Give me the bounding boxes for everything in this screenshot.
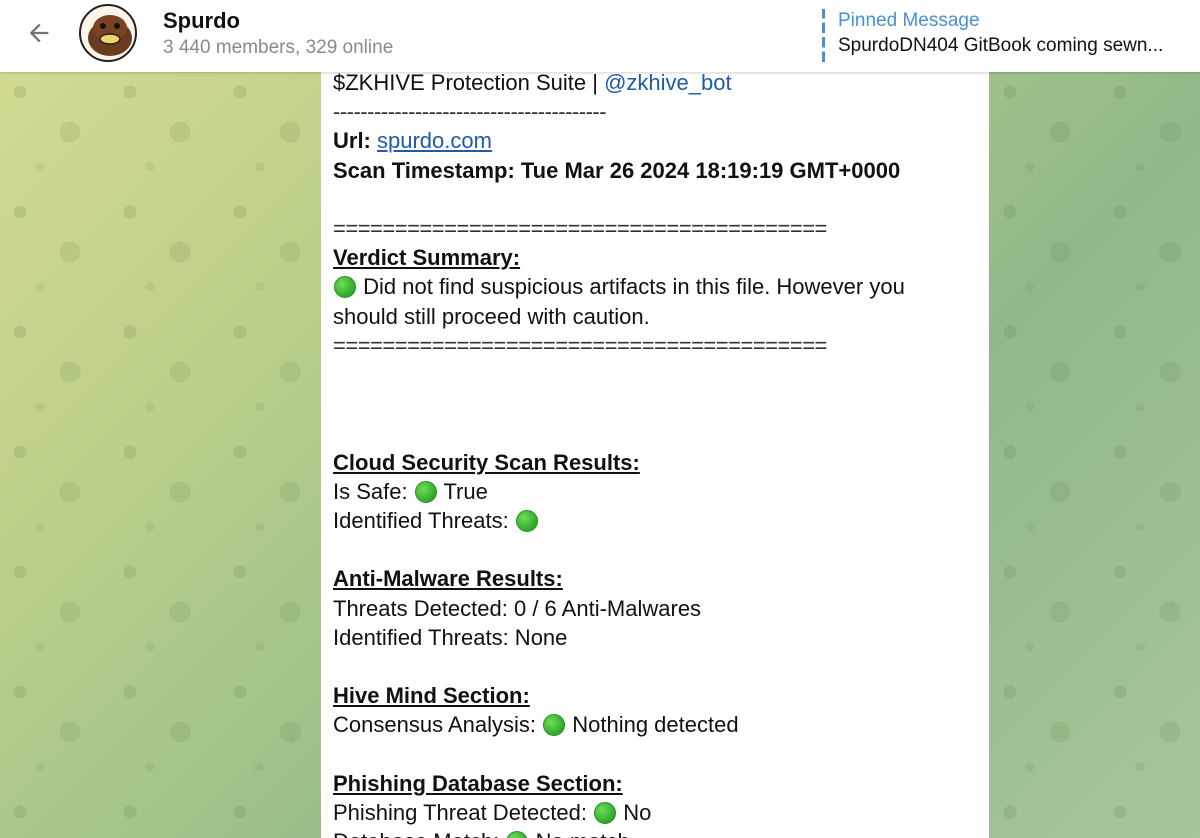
verdict-text-2: should still proceed with caution.	[333, 303, 650, 329]
pinned-label: Pinned Message	[838, 10, 980, 31]
separator-long: ========================================	[333, 216, 827, 241]
arrow-left-icon	[29, 23, 49, 43]
cloud-heading: Cloud Security Scan Results:	[333, 449, 640, 475]
chat-header: Spurdo 3 440 members, 329 online Pinned …	[0, 0, 1200, 72]
verdict-line: Did not find suspicious artifacts in thi…	[333, 272, 977, 301]
green-circle-icon	[543, 714, 566, 737]
identified-threats-label: Identified Threats:	[333, 507, 515, 533]
url-label: Url:	[333, 128, 377, 154]
consensus-line: Consensus Analysis: Nothing detected	[333, 710, 977, 739]
green-circle-icon	[594, 801, 617, 824]
separator-short: ----------------------------------------	[333, 99, 607, 125]
url-line: Url: spurdo.com	[333, 126, 977, 155]
consensus-label: Consensus Analysis:	[333, 712, 543, 738]
bot-mention-link[interactable]: @zkhive_bot	[604, 70, 732, 95]
green-circle-icon	[506, 831, 529, 838]
pinned-text: SpurdoDN404 GitBook coming sewn...	[838, 35, 1164, 56]
back-button[interactable]	[18, 12, 60, 54]
scan-timestamp: Scan Timestamp: Tue Mar 26 2024 18:19:19…	[333, 157, 901, 183]
consensus-value: Nothing detected	[572, 712, 739, 738]
message-bubble: $ZKHIVE Protection Suite | @zkhive_bot -…	[321, 60, 989, 838]
verdict-text-1: Did not find suspicious artifacts in thi…	[363, 274, 905, 300]
suite-name: $ZKHIVE Protection Suite |	[333, 70, 605, 95]
verdict-heading: Verdict Summary:	[333, 245, 521, 271]
is-safe-line: Is Safe: True	[333, 477, 977, 506]
spurdo-avatar-icon	[88, 15, 132, 56]
identified-threats-line: Identified Threats:	[333, 506, 977, 535]
green-circle-icon	[334, 276, 356, 299]
antimalware-heading: Anti-Malware Results:	[333, 566, 563, 592]
avatar[interactable]	[79, 4, 137, 62]
hive-heading: Hive Mind Section:	[333, 683, 530, 709]
pinned-message[interactable]: Pinned Message SpurdoDN404 GitBook comin…	[822, 9, 1182, 63]
phishing-line: Phishing Threat Detected: No	[333, 798, 977, 827]
suite-line: $ZKHIVE Protection Suite | @zkhive_bot	[333, 68, 977, 97]
green-circle-icon	[515, 509, 538, 532]
chat-title[interactable]: Spurdo	[163, 8, 240, 34]
phishing-label: Phishing Threat Detected:	[333, 799, 594, 825]
phishing-heading: Phishing Database Section:	[333, 770, 623, 796]
db-match-line: Database Match: No match	[333, 827, 977, 838]
threats-detected: Threats Detected: 0 / 6 Anti-Malwares	[333, 595, 702, 621]
db-match-label: Database Match:	[333, 829, 505, 838]
green-circle-icon	[414, 480, 437, 503]
url-link[interactable]: spurdo.com	[377, 128, 492, 153]
member-count: 3 440 members, 329 online	[163, 37, 394, 58]
db-match-value: No match	[536, 829, 630, 838]
is-safe-value: True	[443, 478, 488, 504]
separator-long: ========================================	[333, 332, 827, 358]
is-safe-label: Is Safe:	[333, 478, 414, 504]
identified-threats-none: Identified Threats: None	[333, 624, 568, 650]
phishing-value: No	[623, 799, 652, 825]
